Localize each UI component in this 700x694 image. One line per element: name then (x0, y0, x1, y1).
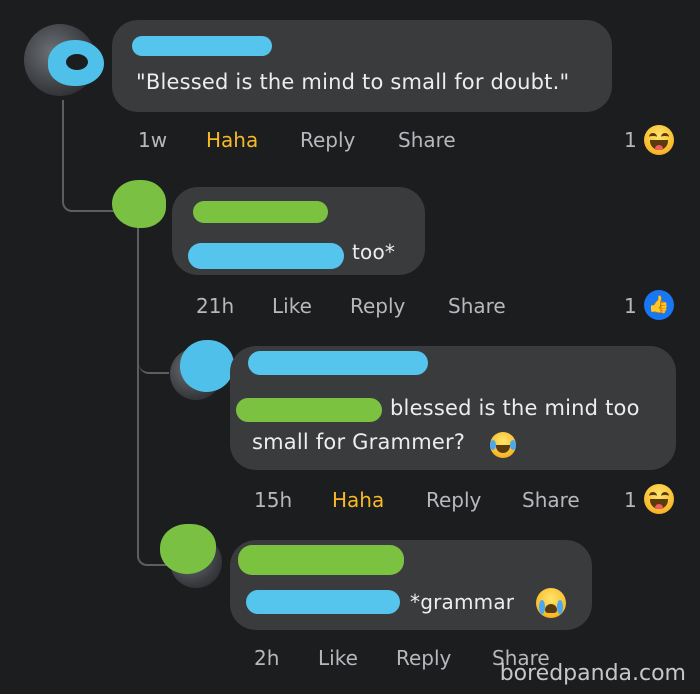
comment-thread: "Blessed is the mind to small for doubt.… (0, 0, 700, 694)
thread-line-2 (137, 228, 141, 558)
share-button[interactable]: Share (522, 488, 580, 512)
haha-reaction-button[interactable]: Haha (206, 128, 258, 152)
crying-emoji-icon (536, 588, 566, 618)
redacted-avatar (66, 54, 88, 70)
haha-emoji-icon[interactable] (644, 125, 674, 155)
like-thumb-icon[interactable]: 👍 (644, 290, 674, 320)
timestamp[interactable]: 2h (254, 646, 279, 670)
like-button[interactable]: Like (272, 294, 312, 318)
comment-text-line-1: blessed is the mind too (390, 396, 640, 420)
comment-bubble (112, 20, 612, 112)
redacted-avatar (180, 340, 234, 392)
comment-text: *grammar (410, 590, 515, 614)
redacted-mention (246, 590, 400, 614)
thread-line-3 (139, 360, 169, 374)
reaction-count[interactable]: 1 (624, 128, 637, 152)
reply-button[interactable]: Reply (300, 128, 355, 152)
crying-laughing-emoji-icon (490, 432, 516, 458)
reply-button[interactable]: Reply (426, 488, 481, 512)
timestamp[interactable]: 15h (254, 488, 292, 512)
comment-text: "Blessed is the mind to small for doubt.… (136, 70, 570, 94)
reaction-count[interactable]: 1 (624, 294, 637, 318)
reaction-count[interactable]: 1 (624, 488, 637, 512)
share-button[interactable]: Share (398, 128, 456, 152)
redacted-username (132, 36, 272, 56)
watermark: boredpanda.com (499, 661, 686, 686)
redacted-mention (236, 398, 382, 422)
redacted-username (248, 351, 428, 375)
reply-button[interactable]: Reply (350, 294, 405, 318)
timestamp[interactable]: 21h (196, 294, 234, 318)
comment-text-line-2: small for Grammer? (252, 430, 466, 454)
redacted-avatar (112, 180, 166, 228)
redacted-username (193, 201, 328, 223)
redacted-mention (188, 243, 344, 269)
like-button[interactable]: Like (318, 646, 358, 670)
comment-text: too* (352, 240, 396, 264)
redacted-username (238, 545, 404, 575)
thread-line-1 (62, 100, 114, 212)
reply-button[interactable]: Reply (396, 646, 451, 670)
haha-reaction-button[interactable]: Haha (332, 488, 384, 512)
timestamp[interactable]: 1w (138, 128, 167, 152)
share-button[interactable]: Share (448, 294, 506, 318)
haha-emoji-icon[interactable] (644, 484, 674, 514)
